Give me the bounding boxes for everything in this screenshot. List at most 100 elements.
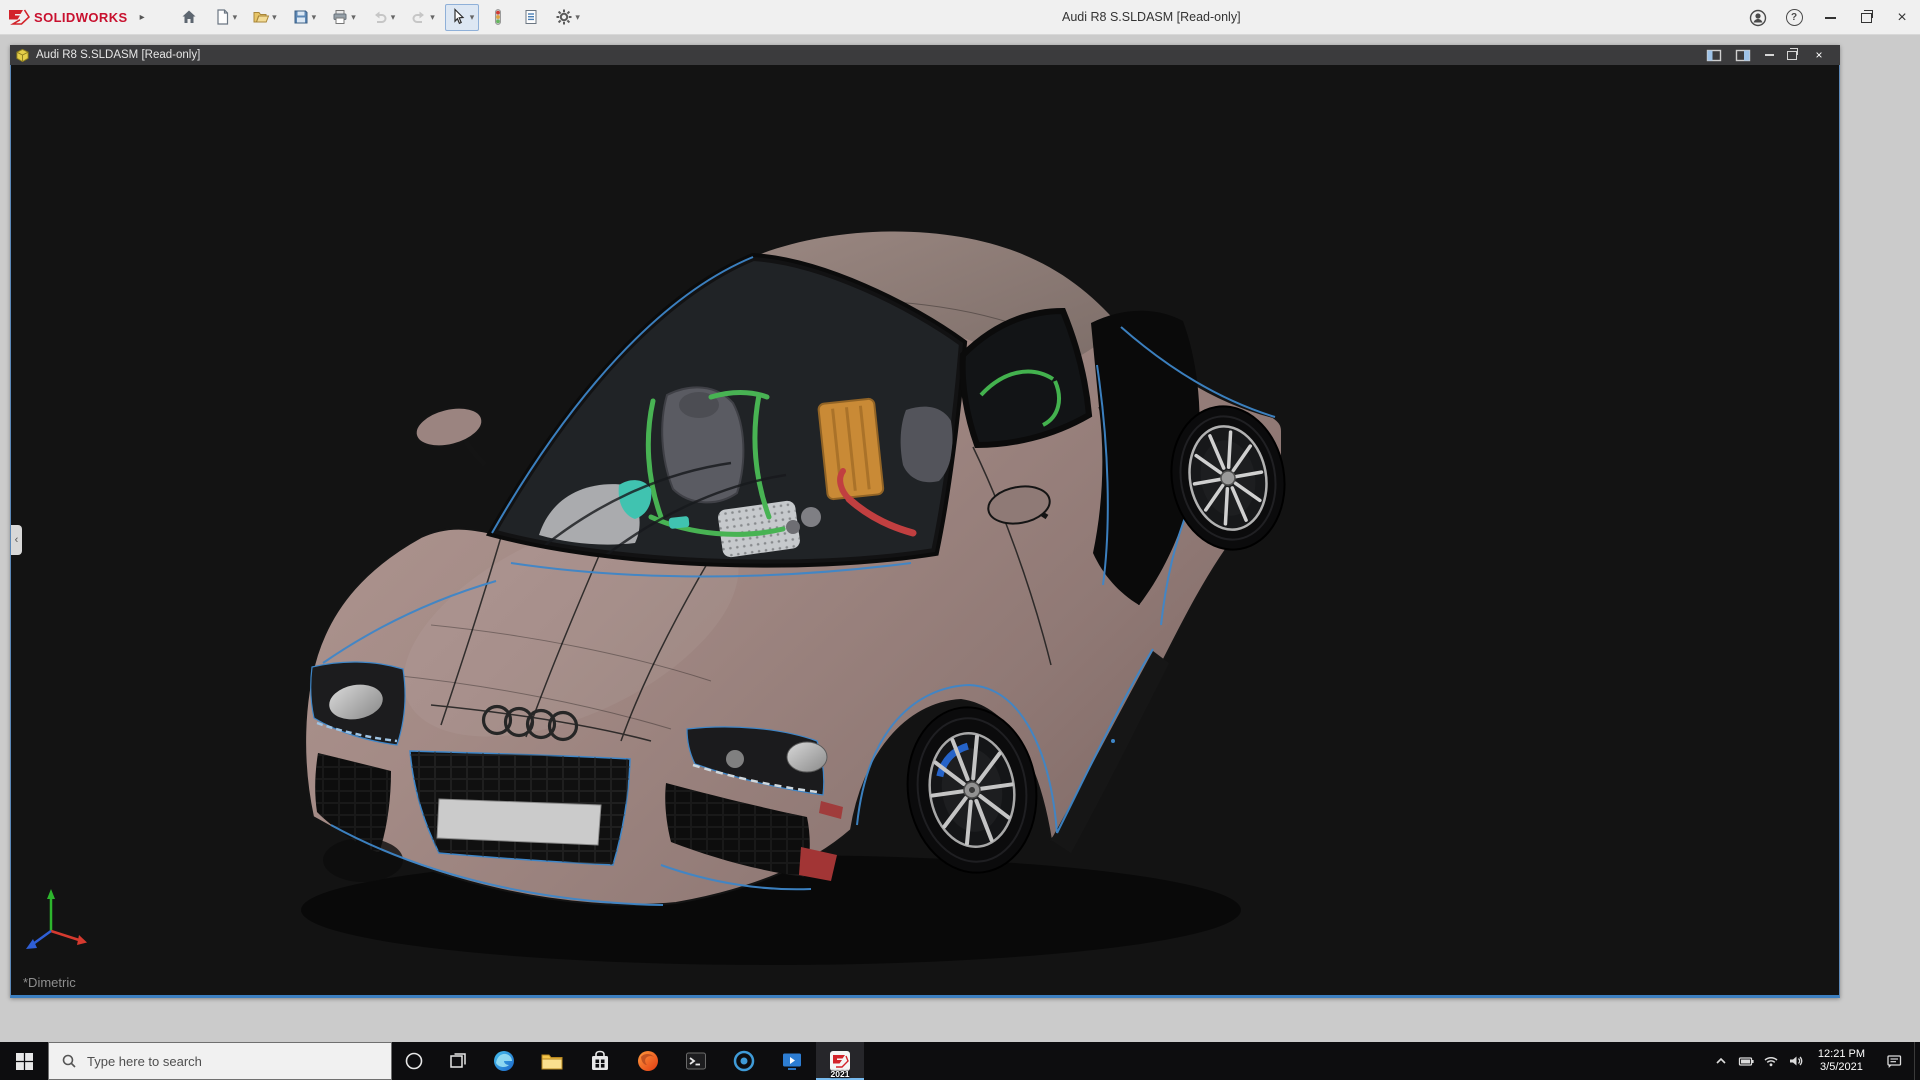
- store-button[interactable]: [576, 1042, 624, 1080]
- cortana-button[interactable]: [392, 1042, 436, 1080]
- model-canvas[interactable]: [11, 65, 1839, 995]
- new-document-button[interactable]: ▾: [208, 4, 243, 31]
- select-tool-button[interactable]: ▾: [445, 4, 480, 31]
- chevron-up-icon: [1713, 1053, 1729, 1069]
- clock-date: 3/5/2021: [1820, 1061, 1863, 1075]
- print-button[interactable]: ▾: [326, 4, 361, 31]
- app-window-controls: ? ×: [1740, 0, 1920, 35]
- open-button[interactable]: ▾: [247, 4, 282, 31]
- help-button[interactable]: ?: [1776, 0, 1812, 35]
- caret-icon: ▾: [575, 13, 580, 22]
- pane-left-icon: [1706, 48, 1722, 63]
- view-orientation-label: *Dimetric: [23, 975, 76, 990]
- select-cursor-icon: [450, 8, 468, 26]
- pane-toggle-right-button[interactable]: [1732, 47, 1754, 63]
- battery-button[interactable]: [1734, 1042, 1759, 1080]
- new-document-icon: [213, 8, 231, 26]
- pane-right-icon: [1735, 48, 1751, 63]
- graphics-viewport[interactable]: *Dimetric ‹: [10, 65, 1840, 998]
- edge-button[interactable]: [480, 1042, 528, 1080]
- action-center-icon: [1886, 1053, 1903, 1070]
- file-properties-icon: [522, 8, 540, 26]
- caret-icon: ▾: [233, 13, 238, 22]
- undo-icon: [371, 8, 389, 26]
- file-explorer-icon: [540, 1049, 564, 1073]
- document-minimize-button[interactable]: [1761, 47, 1777, 63]
- document-titlebar[interactable]: Audi R8 S.SLDASM [Read-only]: [10, 45, 1840, 65]
- cortana-icon: [404, 1051, 424, 1071]
- options-button[interactable]: ▾: [550, 4, 585, 31]
- search-icon: [61, 1053, 77, 1069]
- redo-button[interactable]: ▾: [405, 4, 440, 31]
- file-explorer-button[interactable]: [528, 1042, 576, 1080]
- solidworks-logo: SOLIDWORKS ▸: [8, 9, 145, 25]
- volume-icon: [1788, 1053, 1804, 1069]
- rebuild-traffic-light-icon: [489, 8, 507, 26]
- edge-icon: [492, 1049, 516, 1073]
- model-audi-r8: [301, 231, 1296, 965]
- minimize-icon: [1825, 17, 1836, 19]
- solidworks-taskbar-button[interactable]: 2021: [816, 1042, 864, 1080]
- close-icon: ×: [1815, 49, 1822, 61]
- rebuild-button[interactable]: [484, 4, 512, 31]
- account-button[interactable]: [1740, 0, 1776, 35]
- save-icon: [292, 8, 310, 26]
- action-center-button[interactable]: [1874, 1042, 1914, 1080]
- firefox-button[interactable]: [624, 1042, 672, 1080]
- minimize-button[interactable]: [1812, 0, 1848, 35]
- license-plate: [437, 799, 601, 845]
- start-button[interactable]: [0, 1042, 48, 1080]
- home-icon: [180, 8, 198, 26]
- document-close-button[interactable]: ×: [1807, 47, 1831, 63]
- show-desktop-button[interactable]: [1914, 1042, 1920, 1080]
- close-button[interactable]: ×: [1884, 0, 1920, 35]
- reference-triad: [26, 889, 87, 949]
- tray-chevron-button[interactable]: [1709, 1042, 1734, 1080]
- media-app-button[interactable]: [768, 1042, 816, 1080]
- document-title: Audi R8 S.SLDASM [Read-only]: [36, 49, 200, 61]
- save-button[interactable]: ▾: [287, 4, 322, 31]
- terminal-button[interactable]: [672, 1042, 720, 1080]
- app-blue-circle-button[interactable]: [720, 1042, 768, 1080]
- screen: SOLIDWORKS ▸ ▾ ▾: [0, 0, 1920, 1080]
- gear-icon: [555, 8, 573, 26]
- document-window: Audi R8 S.SLDASM [Read-only]: [10, 45, 1840, 998]
- home-button[interactable]: [175, 4, 203, 31]
- document-restore-button[interactable]: [1784, 47, 1800, 63]
- taskbar-clock[interactable]: 12:21 PM 3/5/2021: [1809, 1042, 1874, 1080]
- windows-logo-icon: [16, 1053, 33, 1070]
- brand-name: SOLIDWORKS: [34, 10, 128, 25]
- taskbar: 2021: [0, 1042, 1920, 1080]
- assembly-icon: [15, 48, 30, 63]
- document-window-controls: ×: [1703, 47, 1835, 63]
- clock-time: 12:21 PM: [1818, 1048, 1865, 1062]
- redo-icon: [410, 8, 428, 26]
- terminal-icon: [684, 1049, 708, 1073]
- caret-icon: ▾: [312, 13, 317, 22]
- quick-access-toolbar: ▾ ▾ ▾: [175, 4, 585, 31]
- minimize-icon: [1765, 54, 1774, 56]
- left-mirror: [412, 401, 487, 465]
- task-view-icon: [449, 1052, 467, 1070]
- featuremanager-collapse-button[interactable]: ‹: [11, 525, 22, 555]
- file-properties-button[interactable]: [517, 4, 545, 31]
- pane-toggle-left-button[interactable]: [1703, 47, 1725, 63]
- restore-button[interactable]: [1848, 0, 1884, 35]
- network-button[interactable]: [1759, 1042, 1784, 1080]
- volume-button[interactable]: [1784, 1042, 1809, 1080]
- menu-expand-arrow-icon[interactable]: ▸: [140, 12, 145, 23]
- close-icon: ×: [1897, 10, 1906, 26]
- open-folder-icon: [252, 8, 270, 26]
- restore-icon: [1787, 51, 1797, 60]
- store-icon: [588, 1049, 612, 1073]
- search-input[interactable]: [85, 1053, 391, 1070]
- firefox-icon: [636, 1049, 660, 1073]
- window-title: Audi R8 S.SLDASM [Read-only]: [1062, 0, 1241, 35]
- account-icon: [1749, 9, 1767, 27]
- undo-button[interactable]: ▾: [366, 4, 401, 31]
- wifi-icon: [1763, 1053, 1779, 1069]
- taskbar-search[interactable]: [48, 1042, 392, 1080]
- task-view-button[interactable]: [436, 1042, 480, 1080]
- solidworks-version-badge: 2021: [831, 1069, 850, 1079]
- solidworks-logo-icon: [8, 9, 30, 25]
